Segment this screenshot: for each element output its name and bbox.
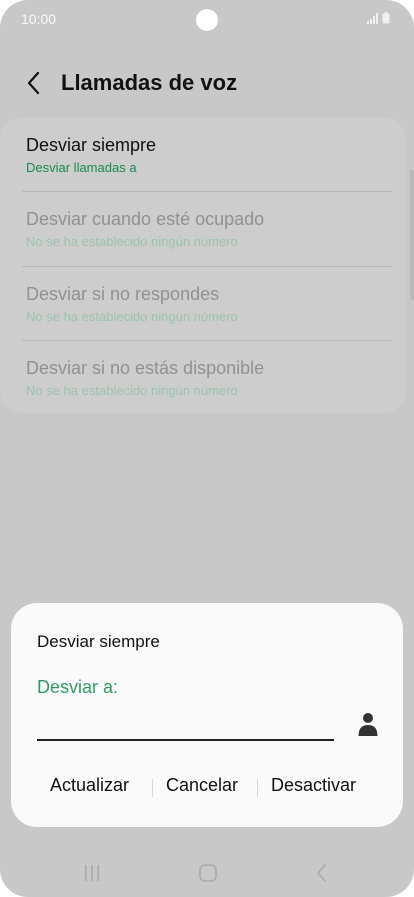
scroll-indicator[interactable] xyxy=(410,170,414,300)
list-divider xyxy=(22,266,392,267)
app-header: Llamadas de voz xyxy=(0,60,414,108)
option-title: Desviar cuando esté ocupado xyxy=(26,209,265,229)
dialog-title: Desviar siempre xyxy=(37,632,160,651)
action-divider xyxy=(257,779,258,797)
option-subtitle: No se ha establecido ningún número xyxy=(26,383,238,398)
disable-button[interactable]: Desactivar xyxy=(271,775,356,796)
list-divider xyxy=(22,340,392,341)
status-icons xyxy=(367,12,390,24)
option-forward-when-unreachable[interactable]: Desviar si no estás disponible No se ha … xyxy=(26,358,392,398)
signal-icon xyxy=(367,13,378,24)
back-chevron-icon[interactable] xyxy=(22,70,46,96)
nav-back-icon[interactable] xyxy=(315,863,329,883)
forwarding-options-list: Desviar siempre Desviar llamadas a Desvi… xyxy=(0,117,406,413)
forward-to-label: Desviar a: xyxy=(37,677,119,697)
forward-number-dialog: Desviar siempre Desviar a: Actualizar Ca… xyxy=(11,603,403,827)
system-navigation-bar xyxy=(0,852,414,892)
page-title: Llamadas de voz xyxy=(61,70,238,95)
update-button[interactable]: Actualizar xyxy=(50,775,129,796)
option-title: Desviar si no respondes xyxy=(26,284,220,304)
front-camera xyxy=(196,9,218,31)
phone-screen: 10:00 Llamadas de voz Desviar siempre De… xyxy=(0,0,414,897)
option-subtitle: Desviar llamadas a xyxy=(26,160,137,175)
option-forward-when-unanswered[interactable]: Desviar si no respondes No se ha estable… xyxy=(26,284,392,324)
cancel-button[interactable]: Cancelar xyxy=(166,775,238,796)
list-divider xyxy=(22,191,392,192)
option-title: Desviar si no estás disponible xyxy=(26,358,265,378)
option-forward-when-busy[interactable]: Desviar cuando esté ocupado No se ha est… xyxy=(26,209,392,249)
action-divider xyxy=(152,779,153,797)
option-title: Desviar siempre xyxy=(26,135,157,155)
option-always-forward[interactable]: Desviar siempre Desviar llamadas a xyxy=(26,135,392,175)
dialog-actions: Actualizar Cancelar Desactivar xyxy=(11,775,403,803)
option-subtitle: No se ha establecido ningún número xyxy=(26,234,238,249)
battery-icon xyxy=(382,12,390,24)
option-subtitle: No se ha establecido ningún número xyxy=(26,309,238,324)
recent-apps-icon[interactable] xyxy=(82,864,102,882)
status-time: 10:00 xyxy=(21,11,57,27)
home-icon[interactable] xyxy=(198,863,218,883)
forward-number-input[interactable] xyxy=(37,705,334,741)
contact-person-icon[interactable] xyxy=(357,711,379,737)
status-bar: 10:00 xyxy=(0,0,414,40)
